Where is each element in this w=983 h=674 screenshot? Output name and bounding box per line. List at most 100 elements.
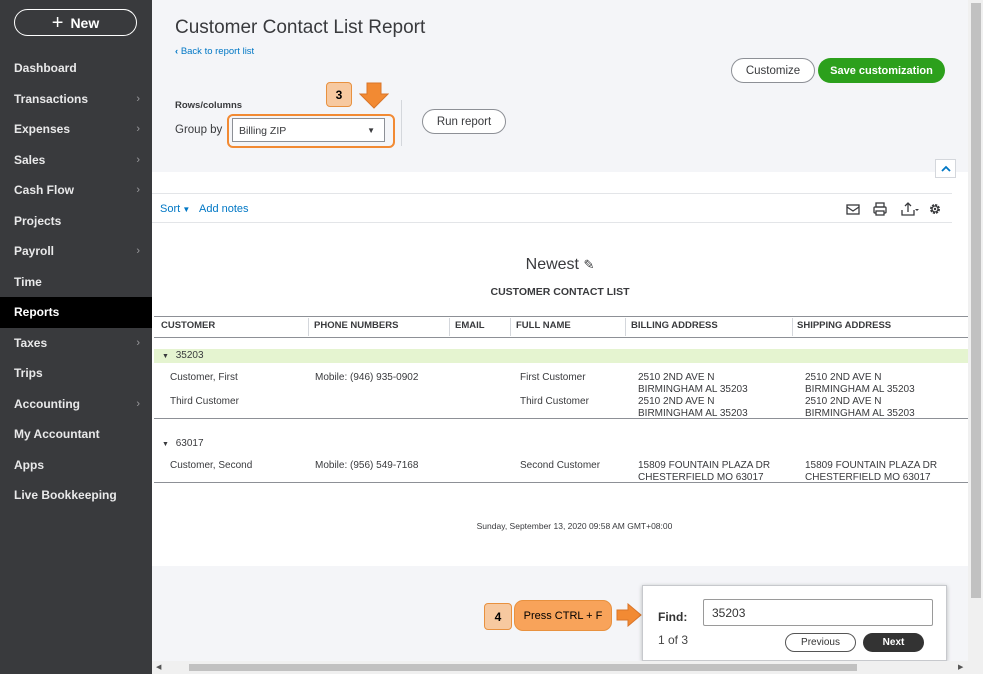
save-customization-button[interactable]: Save customization <box>818 58 945 83</box>
new-button-label: New <box>70 14 100 31</box>
column-separator <box>449 318 450 336</box>
sort-dropdown[interactable]: Sort ▼ <box>160 203 190 215</box>
sidebar-item-time[interactable]: Time <box>0 267 152 298</box>
run-report-label: Run report <box>436 115 492 128</box>
arrow-right-icon <box>616 603 642 627</box>
sidebar-item-trips[interactable]: Trips <box>0 358 152 389</box>
sidebar-item-cash-flow[interactable]: Cash Flow › <box>0 175 152 206</box>
save-customization-label: Save customization <box>830 64 933 77</box>
step-4-callout: 4 <box>484 603 512 630</box>
new-button[interactable]: + New <box>14 9 137 36</box>
email-icon[interactable] <box>845 201 861 217</box>
find-match-count: 1 of 3 <box>658 633 689 647</box>
chevron-right-icon: › <box>136 397 140 410</box>
column-header-billing-address[interactable]: BILLING ADDRESS <box>631 320 718 331</box>
chevron-right-icon: › <box>136 336 140 349</box>
chevron-right-icon: › <box>136 245 140 258</box>
cell-customer[interactable]: Customer, First <box>170 372 238 384</box>
step-3-number: 3 <box>335 87 343 102</box>
cell-customer[interactable]: Third Customer <box>170 396 239 408</box>
collapse-caret-icon[interactable]: ▼ <box>162 353 169 360</box>
sidebar-item-live-bookkeeping[interactable]: Live Bookkeeping <box>0 480 152 511</box>
vertical-scroll-thumb[interactable] <box>971 3 981 598</box>
export-icon[interactable] <box>900 201 920 217</box>
sidebar-item-label: Projects <box>14 213 62 228</box>
gear-icon[interactable] <box>927 201 943 217</box>
sidebar-item-reports[interactable]: Reports <box>0 297 152 328</box>
chevron-left-icon: ‹ <box>175 46 179 57</box>
sidebar-item-label: Reports <box>14 305 60 320</box>
back-to-report-list-link[interactable]: ‹ Back to report list <box>175 46 254 57</box>
sidebar: + New Dashboard Transactions › Expenses › … <box>0 0 152 674</box>
column-header-email[interactable]: EMAIL <box>455 320 485 331</box>
rows-columns-label: Rows/columns <box>175 100 243 111</box>
find-label: Find: <box>658 610 688 624</box>
step-4-text: Press CTRL + F <box>523 609 603 622</box>
report-company: Newest ✎ <box>152 256 968 274</box>
sidebar-item-payroll[interactable]: Payroll › <box>0 236 152 267</box>
sidebar-item-label: Time <box>14 274 42 289</box>
sidebar-item-my-accountant[interactable]: My Accountant <box>0 419 152 450</box>
cell-billing-line1: 2510 2ND AVE N <box>638 396 715 407</box>
sidebar-item-accounting[interactable]: Accounting › <box>0 389 152 420</box>
find-previous-button[interactable]: Previous <box>785 633 856 652</box>
back-link-label: Back to report list <box>180 46 255 57</box>
report-settings-panel: Customer Contact List Report ‹ Back to r… <box>152 0 968 178</box>
sidebar-item-sales[interactable]: Sales › <box>0 145 152 176</box>
sidebar-item-transactions[interactable]: Transactions › <box>0 84 152 115</box>
cell-shipping-line1: 15809 FOUNTAIN PLAZA DR <box>805 460 938 471</box>
chevron-right-icon: › <box>136 92 140 105</box>
sidebar-item-label: My Accountant <box>14 427 100 442</box>
group-by-select[interactable]: Billing ZIP ▼ <box>232 118 385 142</box>
chevron-right-icon: › <box>136 153 140 166</box>
scroll-right-icon[interactable]: ▶ <box>958 663 963 671</box>
find-next-button[interactable]: Next <box>863 633 924 652</box>
group-total-border <box>154 418 968 419</box>
group-row-63017[interactable]: ▼ 63017 <box>154 438 968 452</box>
run-report-button[interactable]: Run report <box>422 109 506 134</box>
press-ctrl-f-callout: Press CTRL + F <box>514 600 612 631</box>
sidebar-item-label: Payroll <box>14 244 55 259</box>
column-header-phone[interactable]: PHONE NUMBERS <box>314 320 398 331</box>
pencil-icon[interactable]: ✎ <box>583 257 594 272</box>
sidebar-item-projects[interactable]: Projects <box>0 206 152 237</box>
cell-full-name: Third Customer <box>520 396 589 407</box>
company-name: Newest <box>525 256 579 273</box>
scroll-left-icon[interactable]: ◀ <box>156 663 161 671</box>
cell-phone: Mobile: (956) 549-7168 <box>315 460 419 471</box>
collapse-panel-button[interactable] <box>935 159 956 178</box>
page-title: Customer Contact List Report <box>175 17 426 38</box>
find-input[interactable]: 35203 <box>703 599 933 626</box>
cell-billing-line1: 15809 FOUNTAIN PLAZA DR <box>638 460 771 471</box>
horizontal-scroll-thumb[interactable] <box>189 664 857 671</box>
print-icon[interactable] <box>872 201 888 217</box>
sidebar-item-apps[interactable]: Apps <box>0 450 152 481</box>
cell-full-name: First Customer <box>520 372 586 383</box>
add-notes-label: Add notes <box>199 203 249 215</box>
sidebar-item-label: Taxes <box>14 335 48 350</box>
cell-customer[interactable]: Customer, Second <box>170 460 252 472</box>
add-notes-link[interactable]: Add notes <box>199 203 249 215</box>
sidebar-item-dashboard[interactable]: Dashboard <box>0 53 152 84</box>
column-header-customer[interactable]: CUSTOMER <box>161 320 215 331</box>
collapse-caret-icon[interactable]: ▼ <box>162 441 169 448</box>
cell-billing-line2: BIRMINGHAM AL 35203 <box>638 384 748 395</box>
sidebar-item-taxes[interactable]: Taxes › <box>0 328 152 359</box>
find-input-value: 35203 <box>712 606 746 620</box>
sidebar-item-label: Sales <box>14 152 46 167</box>
sidebar-item-label: Transactions <box>14 91 89 106</box>
column-header-shipping-address[interactable]: SHIPPING ADDRESS <box>797 320 891 331</box>
caret-down-icon: ▼ <box>180 205 191 214</box>
table-header-border <box>154 337 968 338</box>
cell-billing-line1: 2510 2ND AVE N <box>638 372 715 383</box>
column-separator <box>792 318 793 336</box>
group-by-label: Group by <box>175 124 223 136</box>
column-separator <box>510 318 511 336</box>
sidebar-item-expenses[interactable]: Expenses › <box>0 114 152 145</box>
customize-button[interactable]: Customize <box>731 58 815 83</box>
group-zip: 63017 <box>175 438 204 449</box>
sidebar-item-label: Trips <box>14 366 43 381</box>
column-header-full-name[interactable]: FULL NAME <box>516 320 571 331</box>
group-row-35203[interactable]: ▼ 35203 <box>154 349 968 363</box>
chevron-up-icon <box>940 165 951 172</box>
